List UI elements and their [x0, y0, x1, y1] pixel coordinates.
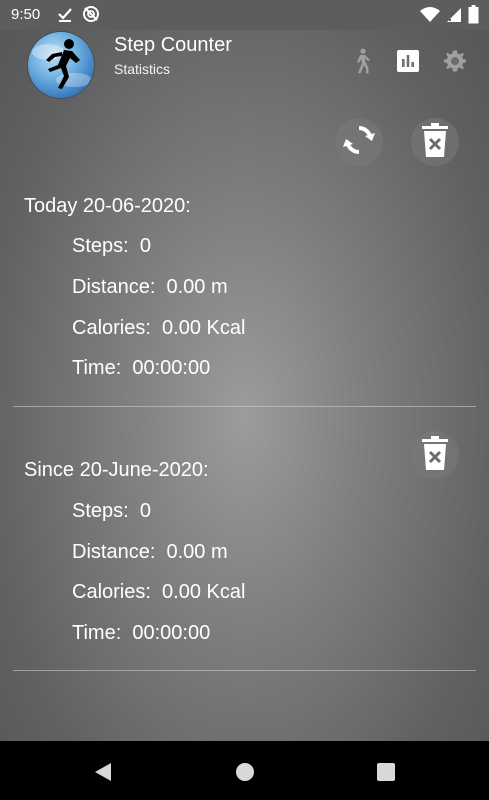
status-left-icons — [56, 5, 100, 27]
delete-today-button[interactable] — [411, 118, 459, 166]
today-steps: Steps: 0 — [72, 235, 151, 257]
navigation-bar — [0, 741, 489, 800]
app-bar: Step Counter Statistics — [0, 30, 489, 98]
signal-icon — [445, 6, 463, 28]
delete-icon — [420, 435, 450, 475]
refresh-icon — [341, 122, 377, 163]
today-distance: Distance: 0.00 m — [72, 276, 228, 298]
app-subtitle: Statistics — [114, 61, 171, 77]
section-divider — [13, 406, 476, 407]
section-divider — [13, 670, 476, 671]
app-title: Step Counter — [114, 34, 232, 56]
delete-icon — [420, 122, 450, 162]
statistics-screen: 9:50 Step Counter Statistics Today 20-06… — [0, 0, 489, 800]
back-icon[interactable] — [91, 760, 115, 784]
today-heading: Today 20-06-2020: — [24, 195, 191, 217]
walk-icon[interactable] — [348, 48, 374, 74]
battery-icon — [468, 5, 479, 28]
since-distance: Distance: 0.00 m — [72, 541, 228, 563]
refresh-button[interactable] — [335, 118, 383, 166]
check-download-icon — [56, 5, 74, 27]
home-icon[interactable] — [233, 760, 257, 784]
since-heading: Since 20-June-2020: — [24, 459, 209, 481]
delete-since-button[interactable] — [411, 431, 459, 479]
no-sync-icon — [82, 5, 100, 27]
today-calories: Calories: 0.00 Kcal — [72, 317, 246, 339]
since-steps: Steps: 0 — [72, 500, 151, 522]
gear-icon[interactable] — [442, 48, 468, 74]
wifi-icon — [420, 6, 440, 28]
status-time: 9:50 — [11, 6, 41, 23]
status-right-icons — [420, 5, 479, 28]
since-time: Time: 00:00:00 — [72, 622, 211, 644]
running-man-icon — [28, 32, 94, 98]
today-time: Time: 00:00:00 — [72, 357, 211, 379]
recents-icon[interactable] — [374, 760, 398, 784]
bar-chart-icon[interactable] — [395, 48, 421, 74]
since-calories: Calories: 0.00 Kcal — [72, 581, 246, 603]
status-bar: 9:50 — [0, 0, 489, 30]
